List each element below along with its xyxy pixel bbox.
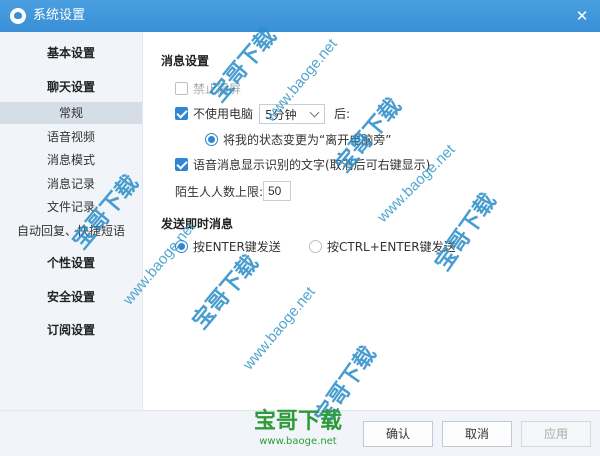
stranger-limit-input[interactable] — [263, 181, 291, 201]
no-vibrate-label: 禁止震屏 — [193, 82, 242, 96]
watermark-logo-url: www.baoge.net — [259, 436, 337, 447]
status-change-label: 将我的状态变更为“离开电脑旁” — [223, 133, 392, 147]
idle-duration-value: 5分钟 — [265, 108, 297, 122]
sidebar-item-file-history[interactable]: 文件记录 — [0, 196, 142, 218]
status-change-radio[interactable] — [205, 133, 218, 146]
sidebar-item-general[interactable]: 常规 — [0, 102, 142, 124]
sidebar-item-message-history[interactable]: 消息记录 — [0, 173, 142, 195]
sidebar-item-voice-video[interactable]: 语音视频 — [0, 126, 142, 148]
sidebar-section-basic[interactable]: 基本设置 — [0, 44, 142, 61]
no-vibrate-checkbox[interactable] — [175, 82, 188, 95]
cancel-button[interactable]: 取消 — [442, 421, 512, 447]
sidebar-section-security[interactable]: 安全设置 — [0, 288, 142, 305]
settings-window: 系统设置 ✕ 基本设置 聊天设置 常规 语音视频 消息模式 消息记录 文件记录 … — [0, 0, 600, 456]
settings-sidebar: 基本设置 聊天设置 常规 语音视频 消息模式 消息记录 文件记录 自动回复、快捷… — [0, 32, 143, 410]
settings-content: 消息设置 禁止震屏 不使用电脑 5分钟 后: 将我的状态变更为“离开电脑旁” 语… — [143, 32, 600, 410]
apply-button[interactable]: 应用 — [521, 421, 591, 447]
idle-checkbox[interactable] — [175, 107, 188, 120]
watermark-logo: 宝哥下载 — [253, 409, 342, 434]
app-logo-icon — [10, 8, 26, 24]
message-settings-title: 消息设置 — [161, 54, 210, 68]
send-enter-radio[interactable] — [175, 240, 188, 253]
send-ctrl-enter-radio[interactable] — [309, 240, 322, 253]
sidebar-item-auto-reply[interactable]: 自动回复、快捷短语 — [0, 220, 142, 242]
send-settings-title: 发送即时消息 — [161, 217, 234, 231]
voice-text-label: 语音消息显示识别的文字(取消后可右键显示) — [193, 158, 431, 172]
idle-duration-select[interactable]: 5分钟 — [259, 104, 325, 124]
sidebar-section-subscription[interactable]: 订阅设置 — [0, 321, 142, 338]
window-title: 系统设置 — [33, 8, 86, 23]
chevron-down-icon — [309, 107, 320, 118]
sidebar-item-message-mode[interactable]: 消息模式 — [0, 149, 142, 171]
idle-label: 不使用电脑 — [193, 107, 254, 121]
send-ctrl-enter-label: 按CTRL+ENTER键发送 — [327, 240, 456, 254]
close-icon[interactable]: ✕ — [570, 4, 594, 28]
sidebar-section-chat[interactable]: 聊天设置 — [0, 78, 142, 95]
sidebar-section-personal[interactable]: 个性设置 — [0, 254, 142, 271]
title-bar[interactable]: 系统设置 ✕ — [0, 0, 600, 32]
voice-text-checkbox[interactable] — [175, 158, 188, 171]
confirm-button[interactable]: 确认 — [363, 421, 433, 447]
idle-after-text: 后: — [334, 107, 351, 121]
stranger-limit-label: 陌生人人数上限: — [175, 185, 264, 199]
send-enter-label: 按ENTER键发送 — [193, 240, 281, 254]
